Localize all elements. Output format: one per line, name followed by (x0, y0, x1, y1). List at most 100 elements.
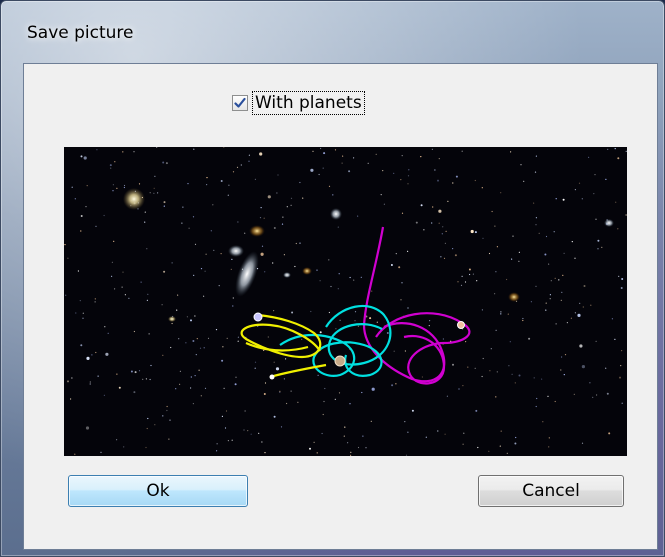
star (247, 430, 249, 432)
star (89, 383, 91, 385)
star (77, 270, 79, 272)
star (339, 319, 341, 321)
star (400, 179, 402, 181)
galaxy (123, 188, 145, 210)
with-planets-label[interactable]: With planets (252, 91, 365, 115)
star (185, 342, 187, 344)
star (507, 313, 509, 315)
star (553, 231, 555, 233)
star (309, 447, 311, 450)
star (328, 311, 330, 314)
star (224, 427, 227, 429)
star (491, 210, 493, 213)
star (447, 200, 449, 202)
star (334, 149, 337, 151)
star (583, 285, 586, 287)
star (506, 278, 508, 281)
star (291, 311, 294, 314)
star (221, 415, 223, 417)
star (203, 347, 205, 349)
with-planets-checkbox[interactable]: With planets (232, 91, 365, 115)
star (240, 164, 242, 166)
star (561, 291, 563, 293)
checkmark-icon (234, 97, 246, 108)
star (65, 294, 67, 296)
star (259, 217, 262, 219)
star (349, 276, 351, 279)
star (70, 398, 72, 400)
star (350, 451, 352, 453)
star (596, 394, 598, 396)
star (375, 153, 377, 155)
star (564, 354, 567, 356)
star (438, 158, 440, 160)
star (621, 278, 624, 280)
star (312, 150, 314, 152)
star (254, 367, 256, 369)
star (220, 253, 222, 255)
cancel-button[interactable]: Cancel (478, 475, 624, 507)
window-title: Save picture (27, 23, 134, 43)
star (562, 274, 564, 276)
star (462, 385, 464, 387)
star (273, 361, 275, 363)
star (114, 288, 116, 290)
star (166, 405, 168, 408)
star (469, 273, 471, 276)
galaxy (508, 292, 520, 302)
star (371, 387, 375, 391)
star (85, 426, 90, 430)
star (334, 398, 336, 400)
star (321, 432, 323, 435)
star (611, 318, 614, 320)
star (597, 239, 600, 242)
star (200, 395, 202, 397)
star (438, 222, 440, 224)
star (554, 277, 556, 279)
star (244, 410, 246, 412)
star (80, 215, 83, 217)
ok-button[interactable]: Ok (68, 475, 248, 507)
star (187, 183, 189, 185)
star (618, 275, 620, 277)
star (279, 391, 281, 393)
star (508, 365, 510, 367)
star (91, 354, 93, 356)
star (153, 187, 155, 189)
star (313, 441, 315, 443)
star (495, 396, 497, 398)
checkbox-box[interactable] (232, 95, 248, 111)
star (107, 332, 109, 334)
star (170, 346, 172, 349)
star (237, 336, 239, 338)
star (535, 217, 537, 219)
star (482, 237, 484, 239)
star (570, 317, 572, 319)
star (171, 262, 173, 264)
star (510, 151, 512, 153)
star (405, 454, 408, 456)
star (128, 297, 130, 299)
star (545, 235, 548, 238)
star (362, 435, 364, 437)
star (95, 225, 97, 227)
star (123, 446, 125, 448)
star (276, 192, 278, 194)
star (383, 203, 385, 205)
star (342, 155, 344, 157)
star (177, 294, 179, 296)
star (299, 242, 301, 244)
star (353, 157, 355, 159)
star (441, 233, 443, 235)
star (401, 212, 404, 214)
star (523, 180, 525, 182)
star (549, 294, 551, 296)
star (273, 310, 275, 312)
title-bar[interactable]: Save picture (1, 1, 664, 45)
star (248, 154, 250, 156)
star (100, 451, 102, 453)
star (213, 249, 215, 251)
star (544, 253, 547, 256)
star (535, 405, 537, 408)
star (354, 320, 356, 322)
